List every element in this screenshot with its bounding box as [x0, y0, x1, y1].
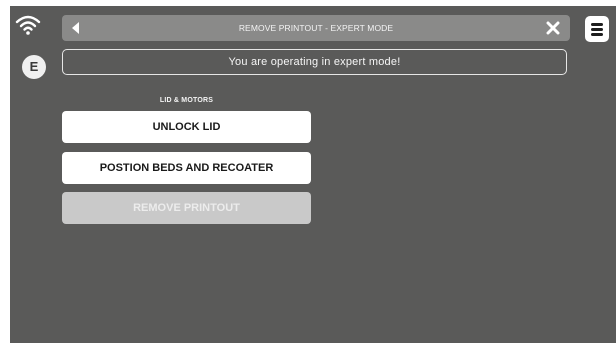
remove-printout-button: REMOVE PRINTOUT: [62, 192, 311, 224]
section-label-lid-motors: LID & MOTORS: [159, 97, 214, 104]
position-beds-recoater-button[interactable]: POSTION BEDS AND RECOATER: [62, 152, 311, 184]
title-bar: REMOVE PRINTOUT - EXPERT MODE: [62, 15, 570, 41]
page-title: REMOVE PRINTOUT - EXPERT MODE: [238, 23, 394, 33]
wifi-icon: [15, 15, 41, 35]
unlock-lid-button[interactable]: UNLOCK LID: [62, 111, 311, 143]
hamburger-menu-icon: [591, 23, 603, 26]
menu-button[interactable]: [585, 16, 609, 42]
close-icon[interactable]: [546, 21, 560, 35]
expert-mode-badge: E: [22, 55, 46, 79]
expert-mode-banner: You are operating in expert mode!: [62, 49, 567, 75]
